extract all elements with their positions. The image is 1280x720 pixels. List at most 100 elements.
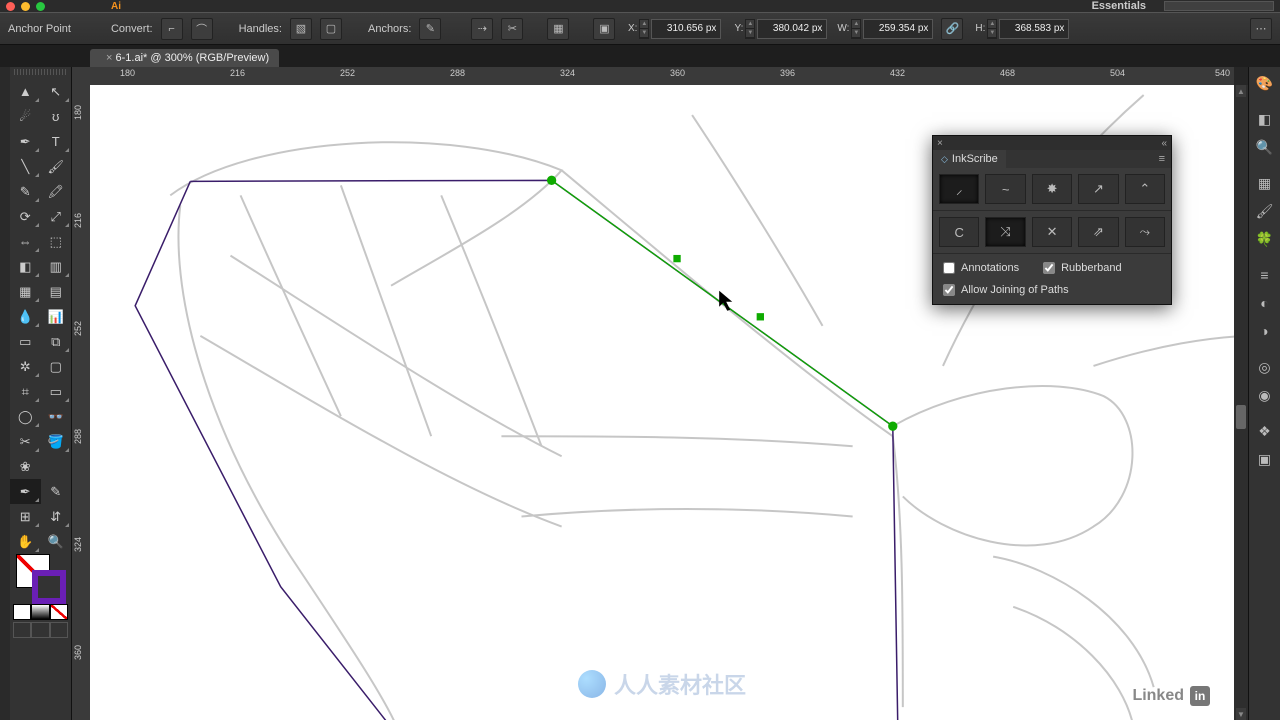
- crop-tool[interactable]: ⊞: [10, 504, 41, 529]
- convert-to-smooth-icon[interactable]: ⌒: [191, 18, 213, 40]
- h-stepper[interactable]: ▲▼: [987, 19, 997, 39]
- w-field[interactable]: [863, 19, 933, 39]
- panel-tab-inkscribe[interactable]: InkScribe: [933, 150, 1006, 168]
- vertical-scrollbar[interactable]: ▲ ▼: [1234, 85, 1248, 720]
- slice-tool[interactable]: ⌗: [10, 379, 41, 404]
- perspective-grid-tool[interactable]: ▦: [10, 279, 41, 304]
- color-mode-icon[interactable]: [13, 604, 31, 620]
- minimize-window-icon[interactable]: [21, 2, 30, 11]
- direct-selection-tool[interactable]: ↖: [41, 79, 72, 104]
- type-tool[interactable]: T: [41, 129, 72, 154]
- fill-stroke-swatches[interactable]: [10, 554, 71, 604]
- control-bar-options-icon[interactable]: ⋯: [1250, 18, 1272, 40]
- tangent-icon[interactable]: ↗: [1078, 174, 1118, 204]
- close-window-icon[interactable]: [6, 2, 15, 11]
- curve-icon[interactable]: ~: [985, 174, 1025, 204]
- scale-tool[interactable]: ⤢: [41, 204, 72, 229]
- screen-mode-a-icon[interactable]: [13, 622, 31, 638]
- rubberband-checkbox[interactable]: Rubberband: [1043, 262, 1122, 274]
- gradient-mode-icon[interactable]: [31, 604, 49, 620]
- blob-brush-tool[interactable]: 🖍: [41, 179, 72, 204]
- convert-to-corner-icon[interactable]: ⌐: [161, 18, 183, 40]
- brushes-panel-icon[interactable]: 🖌: [1249, 197, 1280, 225]
- width-tool[interactable]: ⇔: [10, 229, 41, 254]
- y-field[interactable]: [757, 19, 827, 39]
- mesh-tool[interactable]: ▤: [41, 279, 72, 304]
- isolate-icon[interactable]: ▣: [593, 18, 615, 40]
- inkscribe-edit-tool[interactable]: ✎: [41, 479, 72, 504]
- transparency-panel-icon[interactable]: ◑: [1249, 317, 1280, 345]
- magic-wand-tool[interactable]: ☄: [10, 104, 41, 129]
- inkscribe-panel[interactable]: × « InkScribe ≡ ⸝ ~ ✸ ↗ ⌃ C ⤨ ✕ ⇗ ⤳ Anno…: [932, 135, 1172, 305]
- live-paint-tool[interactable]: 🪣: [41, 429, 72, 454]
- left-reveal-strip[interactable]: [0, 67, 10, 720]
- artboard-tool[interactable]: ▢: [41, 354, 72, 379]
- cut-path-icon[interactable]: ✂: [501, 18, 523, 40]
- measure-tool[interactable]: 📊: [41, 304, 72, 329]
- scroll-down-icon[interactable]: ▼: [1236, 708, 1246, 720]
- color-guide-icon[interactable]: ◧: [1249, 105, 1280, 133]
- retract-icon[interactable]: ⤳: [1125, 217, 1165, 247]
- top-search-field[interactable]: [1164, 1, 1274, 11]
- zoom-tool[interactable]: 🔍: [41, 529, 72, 554]
- symbol-tool[interactable]: ❀: [10, 454, 41, 479]
- scissors-tool[interactable]: ✂: [10, 429, 41, 454]
- line-icon[interactable]: ⸝: [939, 174, 979, 204]
- column-graph-tool[interactable]: ▥: [41, 254, 72, 279]
- stroke-panel-icon[interactable]: ≡: [1249, 261, 1280, 289]
- panel-menu-icon[interactable]: ≡: [1153, 153, 1171, 165]
- ruler-horizontal[interactable]: 180 216 252 288 324 360 396 432 468 504 …: [90, 67, 1234, 85]
- layers-panel-icon[interactable]: ❖: [1249, 417, 1280, 445]
- panel-grip-icon[interactable]: [14, 69, 67, 75]
- screen-mode-b-icon[interactable]: [31, 622, 49, 638]
- pencil-tool[interactable]: ✎: [10, 179, 41, 204]
- brush-tool[interactable]: 🖌: [41, 154, 72, 179]
- remove-anchor-icon[interactable]: ✎: [419, 18, 441, 40]
- w-stepper[interactable]: ▲▼: [851, 19, 861, 39]
- binoculars-tool[interactable]: 👓: [41, 404, 72, 429]
- free-transform-tool[interactable]: ⬚: [41, 229, 72, 254]
- align-icon[interactable]: ▦: [547, 18, 569, 40]
- mirror-tool[interactable]: ⇵: [41, 504, 72, 529]
- x-stepper[interactable]: ▲▼: [639, 19, 649, 39]
- symbol-sprayer-tool[interactable]: ✲: [10, 354, 41, 379]
- h-field[interactable]: [999, 19, 1069, 39]
- appearance-panel-icon[interactable]: ◎: [1249, 353, 1280, 381]
- allow-join-checkbox[interactable]: Allow Joining of Paths: [943, 284, 1161, 296]
- show-handles-icon[interactable]: ▧: [290, 18, 312, 40]
- selection-tool[interactable]: ▲: [10, 79, 41, 104]
- scroll-up-icon[interactable]: ▲: [1236, 85, 1246, 97]
- connect-path-icon[interactable]: ⇢: [471, 18, 493, 40]
- panel-close-icon[interactable]: ×: [937, 138, 943, 149]
- gradient-tool[interactable]: ▭: [10, 329, 41, 354]
- ellipse-tool[interactable]: ◯: [10, 404, 41, 429]
- none-mode-icon[interactable]: [50, 604, 68, 620]
- panel-collapse-icon[interactable]: «: [1161, 138, 1167, 149]
- align-handle-icon[interactable]: ⇗: [1078, 217, 1118, 247]
- link-wh-icon[interactable]: 🔗: [941, 18, 963, 40]
- x-field[interactable]: [651, 19, 721, 39]
- palette-icon[interactable]: 🎨: [1249, 69, 1280, 97]
- hide-handles-icon[interactable]: ▢: [320, 18, 342, 40]
- gradient-panel-icon[interactable]: ◐: [1249, 289, 1280, 317]
- scroll-thumb[interactable]: [1236, 405, 1246, 429]
- hand-tool[interactable]: ✋: [10, 529, 41, 554]
- cut-icon[interactable]: ✕: [1032, 217, 1072, 247]
- line-tool[interactable]: ╲: [10, 154, 41, 179]
- ruler-vertical[interactable]: 180 216 252 288 324 360: [72, 85, 90, 720]
- pen-tool[interactable]: ✒: [10, 129, 41, 154]
- y-stepper[interactable]: ▲▼: [745, 19, 755, 39]
- snap-point-icon[interactable]: ✸: [1032, 174, 1072, 204]
- find-replace-icon[interactable]: 🔍: [1249, 133, 1280, 161]
- artboards-panel-icon[interactable]: ▣: [1249, 445, 1280, 473]
- symbols-panel-icon[interactable]: 🍀: [1249, 225, 1280, 253]
- c-mode-icon[interactable]: C: [939, 217, 979, 247]
- corner-icon[interactable]: ⌃: [1125, 174, 1165, 204]
- rotate-tool[interactable]: ⟳: [10, 204, 41, 229]
- annotations-checkbox[interactable]: Annotations: [943, 262, 1019, 274]
- tab-close-icon[interactable]: ×: [106, 52, 112, 64]
- ruler-corner[interactable]: [72, 67, 90, 85]
- maximize-window-icon[interactable]: [36, 2, 45, 11]
- smart-remove-icon[interactable]: ⤨: [985, 217, 1025, 247]
- swatches-panel-icon[interactable]: ▦: [1249, 169, 1280, 197]
